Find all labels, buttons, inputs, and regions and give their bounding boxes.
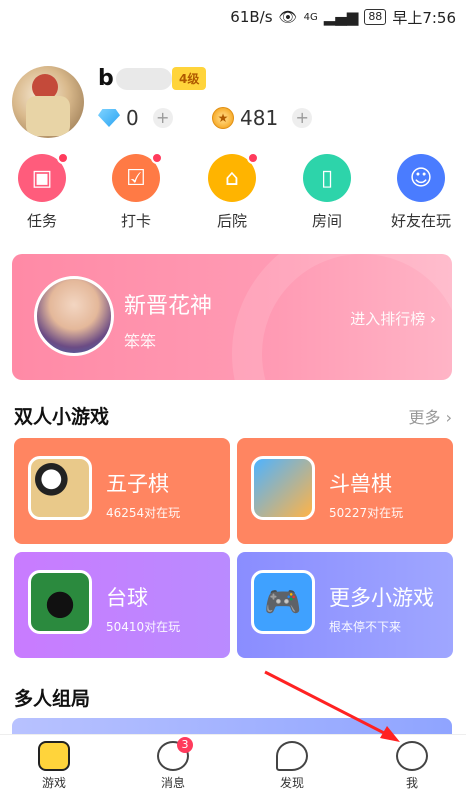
arrow-line: [264, 670, 391, 738]
annotation-arrow: [264, 670, 400, 742]
arrow-head: [380, 726, 400, 742]
